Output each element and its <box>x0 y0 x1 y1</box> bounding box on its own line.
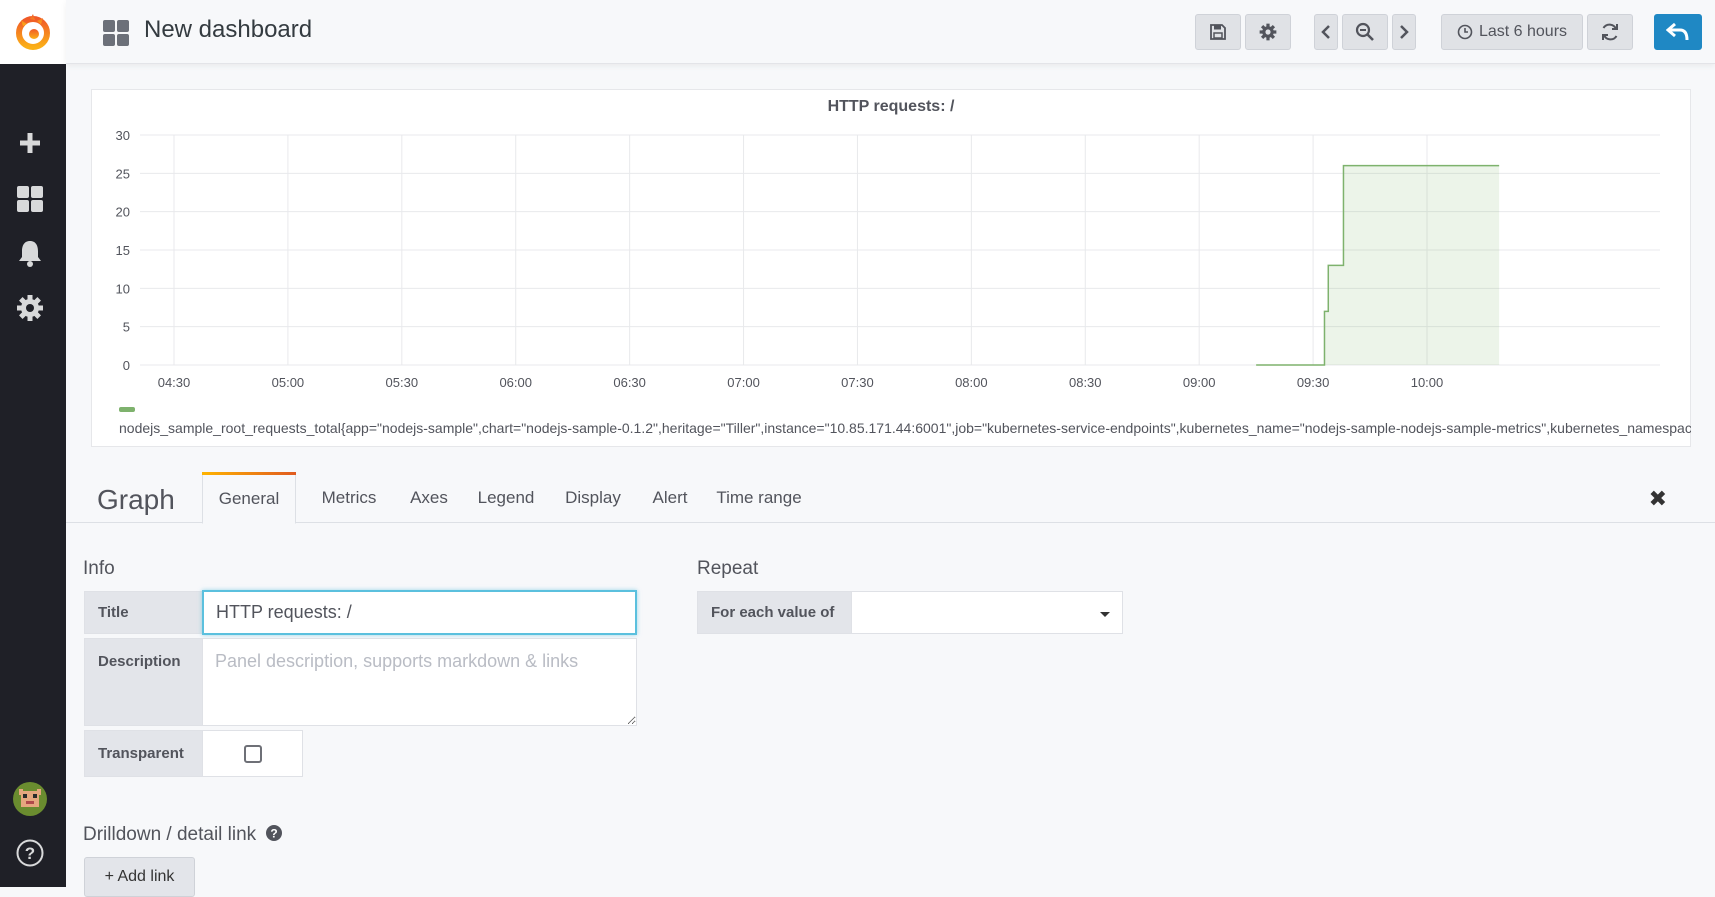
y-tick-label: 5 <box>123 320 130 335</box>
refresh-button[interactable] <box>1587 14 1633 50</box>
save-icon <box>1210 24 1226 40</box>
drilldown-heading: Drilldown / detail link ? <box>83 824 283 846</box>
title-input[interactable] <box>202 590 637 635</box>
x-tick-label: 04:30 <box>158 375 191 390</box>
zoom-out-icon <box>1355 22 1374 41</box>
x-tick-label: 09:30 <box>1297 375 1330 390</box>
series-area <box>1256 165 1500 365</box>
chevron-left-icon <box>1321 25 1330 39</box>
chevron-right-icon <box>1400 25 1409 39</box>
help-circle-icon[interactable]: ? <box>265 824 283 842</box>
dashboards-icon[interactable] <box>12 181 48 217</box>
time-shift-forward-button[interactable] <box>1392 14 1416 50</box>
tab-time-range[interactable]: Time range <box>712 472 806 523</box>
time-range-picker[interactable]: Last 6 hours <box>1441 14 1583 50</box>
configuration-gear-icon[interactable] <box>12 290 48 326</box>
y-tick-label: 0 <box>123 358 130 373</box>
settings-gear-icon <box>1259 23 1277 41</box>
x-tick-label: 05:00 <box>272 375 305 390</box>
tab-axes[interactable]: Axes <box>404 472 454 523</box>
time-range-label: Last 6 hours <box>1478 23 1568 40</box>
panel-editor-header: Graph General Metrics Axes Legend Displa… <box>66 472 1715 524</box>
drilldown-heading-text: Drilldown / detail link <box>83 824 257 845</box>
description-field-label: Description <box>84 638 203 726</box>
repeat-field-label: For each value of <box>697 591 852 634</box>
x-tick-label: 06:00 <box>499 375 532 390</box>
user-avatar[interactable] <box>12 781 48 817</box>
y-tick-label: 15 <box>116 243 130 258</box>
close-editor-icon[interactable]: ✖ <box>1649 486 1667 512</box>
svg-text:?: ? <box>25 844 35 863</box>
repeat-variable-select[interactable] <box>851 591 1123 634</box>
editor-panel-type: Graph <box>97 484 175 515</box>
x-tick-label: 08:00 <box>955 375 988 390</box>
y-tick-label: 10 <box>116 281 130 296</box>
clock-icon <box>1457 24 1473 40</box>
dashboard-settings-button[interactable] <box>1245 14 1291 50</box>
tab-general[interactable]: General <box>202 472 296 524</box>
y-tick-label: 20 <box>116 205 130 220</box>
x-tick-label: 05:30 <box>386 375 419 390</box>
alerting-bell-icon[interactable] <box>12 235 48 271</box>
graph-chart[interactable]: 0 5 10 15 20 25 30 04:30 05:00 05:30 06:00 06:30 07:… <box>92 90 1692 420</box>
time-shift-back-button[interactable] <box>1314 14 1338 50</box>
zoom-out-button[interactable] <box>1342 14 1388 50</box>
grafana-logo-icon <box>16 14 50 50</box>
legend-series-swatch[interactable] <box>119 407 135 412</box>
top-navbar: New dashboard Last 6 hours <box>66 0 1715 64</box>
info-heading: Info <box>83 558 115 579</box>
refresh-icon <box>1602 23 1618 41</box>
description-textarea[interactable] <box>202 638 637 726</box>
add-link-button[interactable]: + Add link <box>84 857 195 897</box>
sidebar: ? <box>0 0 66 887</box>
y-tick-label: 25 <box>116 166 130 181</box>
title-field-label: Title <box>84 591 203 634</box>
dashboard-grid-icon[interactable] <box>102 19 130 52</box>
tab-display[interactable]: Display <box>560 472 626 523</box>
transparent-checkbox[interactable] <box>243 744 262 763</box>
back-to-dashboard-button[interactable] <box>1654 14 1702 50</box>
x-tick-label: 10:00 <box>1411 375 1444 390</box>
svg-text:?: ? <box>271 827 278 841</box>
transparent-field-label: Transparent <box>84 730 203 777</box>
grafana-logo[interactable] <box>0 0 66 64</box>
x-tick-label: 08:30 <box>1069 375 1102 390</box>
create-plus-icon[interactable] <box>12 125 48 161</box>
x-tick-label: 07:30 <box>841 375 874 390</box>
save-dashboard-button[interactable] <box>1195 14 1241 50</box>
repeat-heading: Repeat <box>697 558 759 579</box>
y-tick-label: 30 <box>116 128 130 143</box>
graph-panel: HTTP requests: / 0 5 10 15 20 25 30 04:30 05:00 0… <box>91 89 1691 447</box>
x-tick-label: 09:00 <box>1183 375 1216 390</box>
help-question-icon[interactable]: ? <box>12 835 48 871</box>
x-tick-label: 07:00 <box>727 375 760 390</box>
tab-legend[interactable]: Legend <box>472 472 540 523</box>
dashboard-title[interactable]: New dashboard <box>144 16 312 44</box>
transparent-checkbox-wrap <box>202 730 303 777</box>
reply-back-icon <box>1666 22 1689 41</box>
caret-down-icon <box>1100 612 1110 617</box>
legend-series-label[interactable]: nodejs_sample_root_requests_total{app="n… <box>119 420 1691 436</box>
tab-alert[interactable]: Alert <box>646 472 694 523</box>
x-tick-label: 06:30 <box>613 375 646 390</box>
tab-metrics[interactable]: Metrics <box>314 472 384 523</box>
